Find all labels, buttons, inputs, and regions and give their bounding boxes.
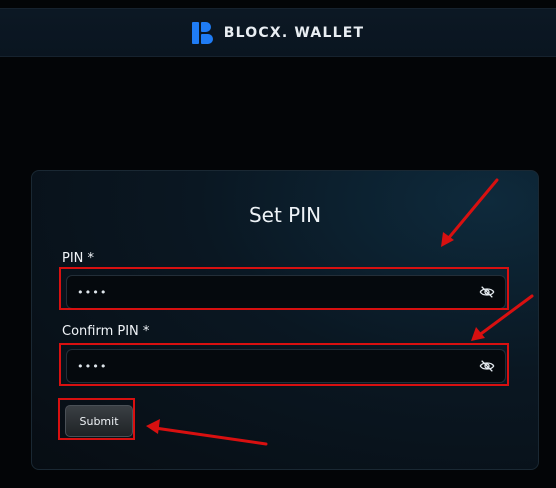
app-header: BLOCX. WALLET (0, 8, 556, 57)
set-pin-card: Set PIN PIN * Confirm PIN * Submit (31, 170, 539, 470)
submit-button[interactable]: Submit (65, 405, 133, 437)
eye-off-icon[interactable] (479, 358, 495, 374)
pin-input[interactable] (67, 284, 479, 300)
confirm-pin-label: Confirm PIN * (62, 324, 150, 339)
pin-label: PIN * (62, 251, 95, 266)
confirm-pin-field-wrapper (66, 349, 506, 383)
page-title: Set PIN (248, 203, 322, 227)
blocx-logo-icon (191, 21, 214, 44)
brand-name: BLOCX. WALLET (223, 24, 365, 41)
eye-off-icon[interactable] (479, 284, 495, 300)
confirm-pin-input[interactable] (67, 358, 479, 374)
pin-field-wrapper (66, 275, 506, 309)
